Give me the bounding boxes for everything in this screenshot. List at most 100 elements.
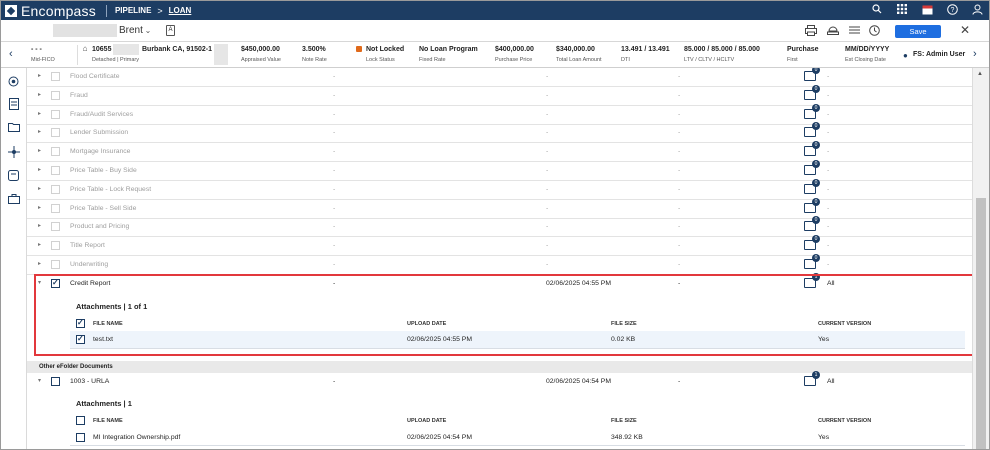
save-button[interactable]: Save bbox=[895, 25, 941, 38]
document-name[interactable]: Underwriting bbox=[70, 261, 108, 268]
scrollbar-thumb[interactable] bbox=[976, 198, 986, 449]
services-icon[interactable] bbox=[7, 146, 20, 159]
document-checkbox[interactable] bbox=[51, 241, 60, 251]
document-row[interactable]: ▸ Title Report - - -0- bbox=[27, 235, 972, 257]
file-name[interactable]: MI Integration Ownership.pdf bbox=[93, 434, 180, 441]
document-name[interactable]: Price Table - Lock Request bbox=[70, 186, 151, 193]
document-name[interactable]: Mortgage Insurance bbox=[70, 148, 130, 155]
document-name[interactable]: Credit Report bbox=[70, 280, 110, 287]
document-row[interactable]: ▸ Price Table - Sell Side - - -0- bbox=[27, 197, 972, 219]
disclosures-icon[interactable] bbox=[7, 170, 20, 183]
document-name[interactable]: Fraud/Audit Services bbox=[70, 111, 133, 118]
file-attachments-icon[interactable]: 0 bbox=[804, 122, 820, 138]
caret-right-icon[interactable]: ▸ bbox=[38, 128, 41, 135]
folder-icon[interactable] bbox=[7, 122, 20, 135]
file-attachments-icon[interactable]: 0 bbox=[804, 84, 820, 100]
document-checkbox[interactable] bbox=[51, 203, 60, 213]
file-attachments-icon[interactable]: 0 bbox=[804, 103, 820, 119]
file-attachments-icon[interactable]: 1 bbox=[804, 273, 820, 288]
document-name[interactable]: 1003 - URLA bbox=[70, 378, 109, 385]
document-row[interactable]: ▸ Fraud/Audit Services - - -0- bbox=[27, 103, 972, 125]
file-attachments-icon[interactable]: 0 bbox=[804, 160, 820, 175]
document-checkbox[interactable] bbox=[51, 184, 60, 194]
document-checkbox[interactable] bbox=[51, 128, 60, 138]
document-row[interactable]: ▸ Underwriting - - -0- bbox=[27, 254, 972, 275]
document-name[interactable]: Title Report bbox=[70, 242, 105, 249]
column-header-current-version[interactable]: CURRENT VERSION bbox=[818, 321, 871, 327]
select-all-checkbox[interactable] bbox=[76, 416, 85, 425]
caret-right-icon[interactable]: ▸ bbox=[38, 166, 41, 173]
search-icon[interactable] bbox=[871, 3, 883, 15]
column-header-current-version[interactable]: CURRENT VERSION bbox=[818, 418, 871, 424]
breadcrumb-pipeline[interactable]: PIPELINE bbox=[115, 6, 151, 15]
file-attachments-icon[interactable]: 1 bbox=[804, 371, 820, 386]
select-all-checkbox[interactable] bbox=[76, 318, 85, 328]
file-attachments-icon[interactable]: 0 bbox=[804, 68, 820, 81]
file-attachments-icon[interactable]: 0 bbox=[804, 197, 820, 213]
document-row-credit-report[interactable]: ▾ Credit Report - 02/06/2025 04:55 PM - … bbox=[27, 273, 972, 295]
document-checkbox[interactable] bbox=[51, 166, 60, 175]
borrower-name[interactable]: Brent bbox=[119, 25, 143, 36]
caret-right-icon[interactable]: ▸ bbox=[38, 91, 41, 98]
document-checkbox[interactable] bbox=[51, 278, 60, 288]
attachment-checkbox[interactable] bbox=[76, 334, 85, 344]
document-icon[interactable]: A bbox=[166, 25, 175, 36]
document-checkbox[interactable] bbox=[51, 90, 60, 100]
caret-right-icon[interactable]: ▸ bbox=[38, 204, 41, 211]
calendar-icon[interactable] bbox=[921, 3, 933, 15]
user-icon[interactable] bbox=[971, 3, 983, 15]
list-icon[interactable] bbox=[848, 25, 860, 37]
file-name[interactable]: test.txt bbox=[93, 336, 113, 343]
caret-right-icon[interactable]: ▸ bbox=[38, 72, 41, 79]
column-header-file-size[interactable]: FILE SIZE bbox=[611, 321, 637, 327]
document-checkbox[interactable] bbox=[51, 72, 60, 81]
home-icon[interactable] bbox=[7, 76, 20, 89]
forms-icon[interactable] bbox=[7, 98, 20, 111]
caret-right-icon[interactable]: ▸ bbox=[38, 110, 41, 117]
document-row[interactable]: ▸ Product and Pricing - - -0- bbox=[27, 216, 972, 238]
caret-down-icon[interactable]: ▾ bbox=[38, 377, 41, 384]
caret-down-icon[interactable]: ▾ bbox=[38, 279, 41, 286]
caret-right-icon[interactable]: ▸ bbox=[38, 260, 41, 267]
document-name[interactable]: Fraud bbox=[70, 92, 88, 99]
caret-right-icon[interactable]: ▸ bbox=[38, 241, 41, 248]
document-checkbox[interactable] bbox=[51, 109, 60, 119]
clock-icon[interactable] bbox=[868, 25, 880, 37]
file-attachments-icon[interactable]: 0 bbox=[804, 235, 820, 251]
document-row[interactable]: ▸ Flood Certificate - - - 0 - bbox=[27, 68, 972, 87]
caret-right-icon[interactable]: ▸ bbox=[38, 147, 41, 154]
file-attachments-icon[interactable]: 0 bbox=[804, 216, 820, 232]
column-header-upload-date[interactable]: UPLOAD DATE bbox=[407, 321, 446, 327]
document-row-urla[interactable]: ▾ 1003 - URLA - 02/06/2025 04:54 PM - 1 … bbox=[27, 371, 972, 393]
document-name[interactable]: Lender Submission bbox=[70, 129, 128, 136]
scroll-up-arrow-icon[interactable]: ▲ bbox=[977, 71, 983, 77]
column-header-file-name[interactable]: FILE NAME bbox=[93, 321, 123, 327]
attachment-row[interactable]: test.txt 02/06/2025 04:55 PM 0.02 KB Yes bbox=[70, 331, 965, 349]
help-icon[interactable]: ? bbox=[946, 3, 958, 15]
column-header-file-size[interactable]: FILE SIZE bbox=[611, 418, 637, 424]
document-row[interactable]: ▸ Mortgage Insurance - - -0- bbox=[27, 141, 972, 163]
file-attachments-icon[interactable]: 0 bbox=[804, 254, 820, 269]
scrollbar[interactable]: ▲ bbox=[972, 68, 989, 449]
print-icon[interactable] bbox=[805, 25, 817, 37]
chevron-down-icon[interactable]: ⌄ bbox=[142, 25, 154, 37]
attachment-row[interactable]: MI Integration Ownership.pdf 02/06/2025 … bbox=[70, 428, 965, 446]
caret-right-icon[interactable]: ▸ bbox=[38, 185, 41, 192]
document-row[interactable]: ▸ Price Table - Buy Side - - -0- bbox=[27, 160, 972, 181]
briefcase-icon[interactable] bbox=[7, 194, 20, 207]
column-header-file-name[interactable]: FILE NAME bbox=[93, 418, 123, 424]
document-checkbox[interactable] bbox=[51, 222, 60, 232]
document-checkbox[interactable] bbox=[51, 147, 60, 157]
close-icon[interactable]: ✕ bbox=[960, 23, 970, 37]
document-checkbox[interactable] bbox=[51, 260, 60, 269]
document-name[interactable]: Flood Certificate bbox=[70, 73, 120, 80]
caret-right-icon[interactable]: ▸ bbox=[38, 222, 41, 229]
chevron-left-icon[interactable]: ‹ bbox=[9, 48, 13, 60]
document-name[interactable]: Price Table - Buy Side bbox=[70, 167, 137, 174]
file-attachments-icon[interactable]: 0 bbox=[804, 178, 820, 194]
lock-desk-icon[interactable] bbox=[827, 25, 839, 37]
current-user[interactable]: FS: Admin User bbox=[913, 51, 965, 58]
chevron-right-icon[interactable]: › bbox=[973, 48, 977, 60]
document-name[interactable]: Product and Pricing bbox=[70, 223, 129, 230]
document-row[interactable]: ▸ Lender Submission - - -0- bbox=[27, 122, 972, 144]
